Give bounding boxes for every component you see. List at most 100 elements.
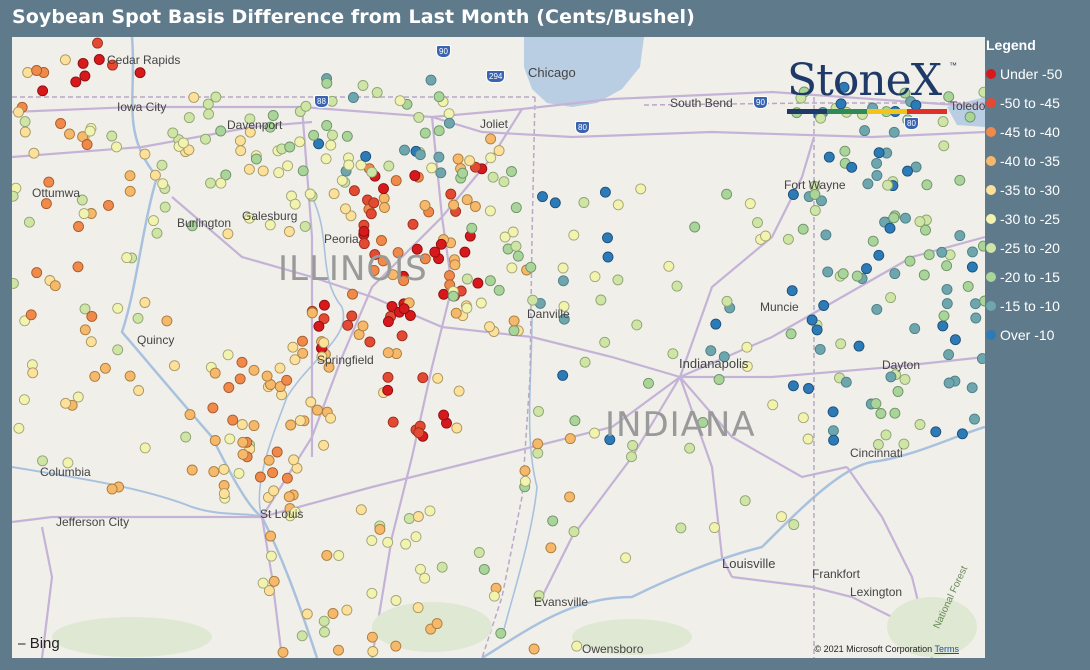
basis-dot[interactable]: [667, 348, 679, 360]
basis-dot[interactable]: [299, 220, 311, 232]
basis-dot[interactable]: [205, 177, 216, 189]
basis-dot[interactable]: [25, 309, 37, 321]
basis-dot[interactable]: [547, 515, 559, 527]
basis-dot[interactable]: [89, 370, 101, 382]
basis-dot[interactable]: [978, 86, 985, 98]
basis-dot[interactable]: [839, 145, 851, 157]
basis-dot[interactable]: [472, 277, 484, 289]
legend-item[interactable]: -25 to -20: [986, 233, 1090, 262]
basis-dot[interactable]: [183, 112, 195, 124]
basis-dot[interactable]: [451, 422, 463, 434]
basis-dot[interactable]: [274, 362, 286, 374]
basis-dot[interactable]: [134, 67, 146, 79]
basis-dot[interactable]: [902, 165, 913, 177]
basis-dot[interactable]: [124, 370, 136, 382]
basis-dot[interactable]: [188, 91, 200, 103]
basis-dot[interactable]: [469, 201, 481, 212]
basis-dot[interactable]: [79, 324, 91, 336]
basis-dot[interactable]: [40, 198, 52, 210]
basis-dot[interactable]: [398, 303, 410, 315]
basis-dot[interactable]: [248, 364, 260, 376]
basis-dot[interactable]: [148, 215, 159, 227]
basis-dot[interactable]: [760, 230, 771, 242]
basis-dot[interactable]: [557, 369, 569, 381]
basis-dot[interactable]: [433, 91, 445, 103]
basis-dot[interactable]: [488, 590, 500, 602]
basis-dot[interactable]: [321, 549, 333, 561]
basis-dot[interactable]: [464, 155, 476, 167]
legend-item[interactable]: -30 to -25: [986, 204, 1090, 233]
basis-dot[interactable]: [215, 177, 227, 189]
basis-dot[interactable]: [413, 111, 425, 123]
basis-dot[interactable]: [867, 235, 879, 247]
basis-dot[interactable]: [549, 197, 561, 209]
basis-dot[interactable]: [390, 640, 402, 652]
basis-dot[interactable]: [382, 536, 394, 548]
basis-dot[interactable]: [802, 433, 814, 445]
basis-dot[interactable]: [429, 246, 441, 258]
basis-dot[interactable]: [495, 627, 507, 639]
basis-dot[interactable]: [466, 222, 478, 234]
basis-dot[interactable]: [236, 356, 248, 368]
basis-dot[interactable]: [527, 294, 539, 306]
basis-dot[interactable]: [969, 413, 980, 425]
basis-dot[interactable]: [383, 160, 395, 172]
basis-dot[interactable]: [59, 54, 71, 66]
basis-dot[interactable]: [378, 183, 389, 195]
basis-dot[interactable]: [626, 451, 637, 463]
basis-dot[interactable]: [435, 167, 447, 179]
basis-dot[interactable]: [532, 447, 544, 459]
basis-dot[interactable]: [305, 396, 317, 408]
basis-dot[interactable]: [203, 108, 215, 120]
basis-dot[interactable]: [889, 268, 901, 280]
basis-dot[interactable]: [599, 186, 611, 198]
basis-dot[interactable]: [327, 129, 338, 141]
basis-dot[interactable]: [360, 150, 372, 162]
basis-dot[interactable]: [443, 117, 455, 129]
basis-dot[interactable]: [970, 312, 982, 324]
basis-dot[interactable]: [265, 550, 277, 562]
basis-dot[interactable]: [949, 334, 961, 346]
basis-dot[interactable]: [721, 188, 733, 200]
basis-dot[interactable]: [234, 373, 246, 385]
basis-dot[interactable]: [809, 205, 821, 216]
basis-dot[interactable]: [265, 530, 277, 542]
basis-dot[interactable]: [962, 280, 974, 292]
basis-dot[interactable]: [484, 275, 496, 287]
basis-dot[interactable]: [243, 163, 255, 175]
basis-dot[interactable]: [399, 144, 410, 156]
basis-dot[interactable]: [297, 335, 308, 347]
basis-dot[interactable]: [871, 170, 883, 181]
basis-dot[interactable]: [281, 472, 293, 484]
basis-dot[interactable]: [86, 310, 98, 322]
basis-dot[interactable]: [519, 465, 531, 477]
basis-dot[interactable]: [85, 336, 97, 348]
basis-dot[interactable]: [443, 108, 455, 120]
basis-dot[interactable]: [888, 126, 900, 138]
basis-dot[interactable]: [689, 221, 701, 233]
legend-item[interactable]: -35 to -30: [986, 175, 1090, 204]
basis-dot[interactable]: [73, 221, 84, 232]
basis-dot[interactable]: [184, 409, 196, 421]
basis-dot[interactable]: [93, 54, 105, 65]
basis-dot[interactable]: [433, 125, 445, 137]
basis-dot[interactable]: [222, 228, 234, 240]
basis-dot[interactable]: [966, 382, 978, 394]
basis-dot[interactable]: [861, 263, 872, 275]
basis-dot[interactable]: [379, 202, 390, 213]
basis-dot[interactable]: [81, 139, 93, 150]
basis-dot[interactable]: [977, 240, 985, 252]
basis-dot[interactable]: [811, 324, 823, 336]
basis-dot[interactable]: [589, 427, 600, 439]
legend-item[interactable]: -45 to -40: [986, 117, 1090, 146]
basis-dot[interactable]: [882, 179, 894, 191]
basis-dot[interactable]: [257, 165, 269, 177]
basis-dot[interactable]: [851, 270, 863, 282]
basis-dot[interactable]: [873, 147, 885, 159]
basis-dot[interactable]: [837, 268, 849, 280]
basis-dot[interactable]: [72, 391, 84, 403]
basis-dot[interactable]: [79, 70, 91, 82]
basis-dot[interactable]: [167, 127, 179, 139]
basis-dot[interactable]: [438, 409, 450, 421]
basis-dot[interactable]: [227, 414, 239, 426]
